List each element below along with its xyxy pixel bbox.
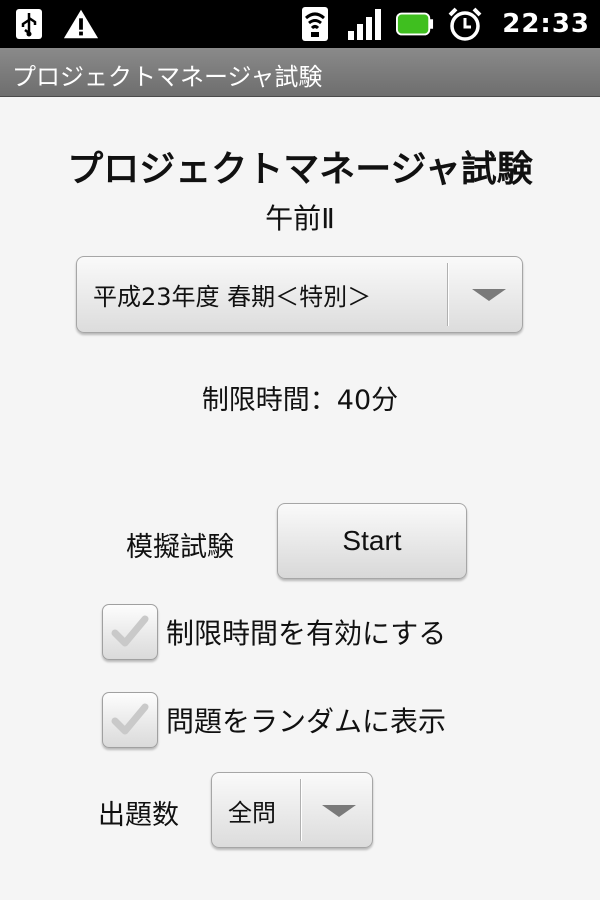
time-limit-checkbox-row[interactable]: 制限時間を有効にする [102, 604, 446, 660]
clock-time: 22:33 [502, 9, 590, 39]
chevron-down-icon [472, 289, 506, 301]
dropdown-divider [300, 779, 302, 841]
page-subtitle: 午前Ⅱ [265, 202, 335, 235]
dropdown-divider [447, 263, 449, 326]
question-count-label: 出題数 [98, 800, 179, 831]
random-order-checkbox[interactable] [102, 692, 158, 748]
exam-select-value: 平成23年度 春期＜特別＞ [93, 283, 372, 311]
checkmark-icon [111, 615, 149, 647]
alarm-clock-icon [446, 6, 484, 42]
battery-icon [396, 6, 434, 42]
checkmark-icon [111, 703, 149, 735]
start-button[interactable]: Start [277, 503, 467, 579]
chevron-down-icon [322, 805, 356, 817]
time-limit-checkbox-label: 制限時間を有効にする [166, 617, 447, 650]
random-order-checkbox-row[interactable]: 問題をランダムに表示 [102, 692, 446, 748]
status-bar: 22:33 [0, 0, 600, 48]
question-count-dropdown[interactable]: 全問 [211, 772, 373, 848]
signal-icon [346, 6, 384, 42]
warning-icon [62, 6, 100, 42]
question-count-value: 全問 [228, 798, 276, 827]
app-title: プロジェクトマネージャ試験 [12, 63, 323, 91]
random-order-checkbox-label: 問題をランダムに表示 [166, 705, 447, 738]
wifi-icon [296, 6, 334, 42]
time-limit-checkbox[interactable] [102, 604, 158, 660]
time-limit-text: 制限時間：40分 [201, 385, 399, 416]
mock-exam-label: 模擬試験 [126, 532, 234, 563]
usb-icon [10, 6, 48, 42]
app-title-bar: プロジェクトマネージャ試験 [0, 48, 600, 97]
page-title: プロジェクトマネージャ試験 [67, 149, 533, 190]
exam-select-dropdown[interactable]: 平成23年度 春期＜特別＞ [76, 256, 523, 333]
